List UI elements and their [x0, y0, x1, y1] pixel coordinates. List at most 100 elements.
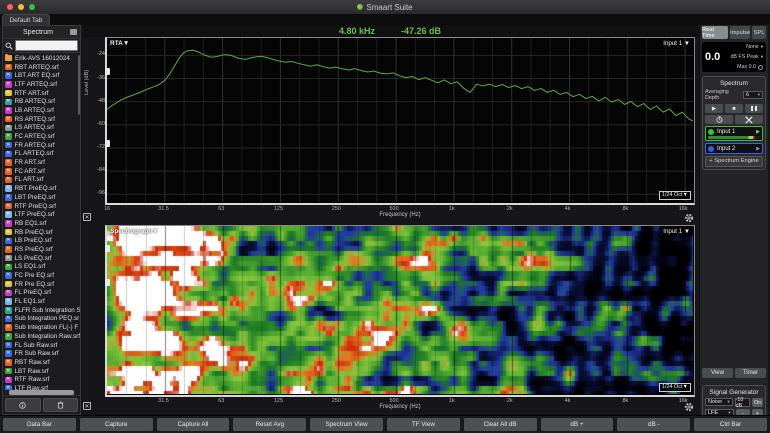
file-list-item[interactable]: ✕RB ARTEQ.srf [5, 97, 80, 106]
meter-unit[interactable]: dB FS Peak [730, 54, 758, 60]
add-spectrum-engine-button[interactable]: + Spectrum Engine [705, 156, 763, 167]
file-list-item[interactable]: ✕Sub Integration FL(-) F [5, 323, 80, 332]
file-list-item[interactable]: ✕LS ARTEQ.srf [5, 124, 80, 133]
file-list-item[interactable]: ✕FR ART.srf [5, 158, 80, 167]
file-list-item[interactable]: ✕RS PreEQ.srf [5, 245, 80, 254]
spectrograph-settings-gear-icon[interactable] [684, 402, 694, 412]
bottom-bar-button-data-bar[interactable]: Data Bar [3, 418, 76, 431]
rta-input-selector[interactable]: Input 1 ▼ [663, 40, 690, 47]
file-list-item[interactable]: ✕RTF ART.srf [5, 89, 80, 98]
file-list-item[interactable]: ✕RTF PreEQ.srf [5, 202, 80, 211]
file-type-icon: ✕ [5, 264, 12, 271]
file-list-item[interactable]: ✕Sub Integration Raw.srf [5, 332, 80, 341]
file-list-item[interactable]: ✕LB PreEQ.srf [5, 236, 80, 245]
bottom-bar-button-capture-all[interactable]: Capture All [157, 418, 230, 431]
generator-level-value[interactable]: -10 dB [735, 398, 751, 407]
rta-clear-cursor-icon[interactable]: ✕ [83, 213, 91, 221]
tab-default[interactable]: Default Tab [2, 14, 50, 25]
bottom-bar-button-db-[interactable]: dB - [617, 418, 690, 431]
file-list-item[interactable]: ✕FLFR Sub Integration S [5, 306, 80, 315]
file-list-item[interactable]: ✕LS PreEQ.srf [5, 254, 80, 263]
bottom-bar-button-db-[interactable]: dB + [541, 418, 614, 431]
meter-source[interactable]: None [746, 44, 759, 50]
spectrograph-plot[interactable]: Spectrograph▼ Input 1 ▼ 1/24 Oct▼ [105, 225, 695, 397]
spectrograph-time-handle-1[interactable] [105, 245, 110, 252]
zoom-window-icon[interactable] [29, 4, 35, 10]
spectrograph-input-selector[interactable]: Input 1 ▼ [663, 228, 690, 235]
file-list-item[interactable]: ✕RS ARTEQ.srf [5, 115, 80, 124]
rta-octave-selector[interactable]: 1/24 Oct▼ [659, 191, 691, 200]
bottom-bar-button-reset-avg[interactable]: Reset Avg [233, 418, 306, 431]
file-list-item[interactable]: ✕RTF Raw.srf [5, 375, 80, 384]
file-list-item[interactable]: ✕LBT ART EQ.srf [5, 71, 80, 80]
file-list-item[interactable]: ✕LBT Raw.srf [5, 367, 80, 376]
file-list-item[interactable]: ✕FR Sub Raw.srf [5, 349, 80, 358]
generator-type-select[interactable]: Noise▾ [705, 398, 733, 406]
file-list-item[interactable]: ✕LTF ARTEQ.srf [5, 80, 80, 89]
mode-button-impulse[interactable]: Impulse [730, 26, 750, 39]
timed-capture-button[interactable] [705, 115, 733, 124]
engine-tools-button[interactable] [735, 115, 763, 124]
minimize-window-icon[interactable] [18, 4, 24, 10]
file-list-item[interactable]: ✕FL ARTEQ.srf [5, 150, 80, 159]
play-button[interactable]: ▶ [705, 104, 723, 113]
info-button[interactable] [5, 398, 41, 412]
file-list-item[interactable]: ✕RB PreEQ.srf [5, 228, 80, 237]
file-list-item[interactable]: ✕LB ARTEQ.srf [5, 106, 80, 115]
meter-reset-button[interactable] [758, 65, 763, 70]
spectrograph-clear-cursor-icon[interactable]: ✕ [83, 402, 91, 410]
input-1-expand-icon[interactable]: ▶ [756, 129, 760, 135]
bottom-bar-button-clear-all-db[interactable]: Clear All dB [464, 418, 537, 431]
generator-on-button[interactable]: On [752, 398, 763, 407]
file-list-item[interactable]: ✕FC ARTEQ.srf [5, 132, 80, 141]
file-list-item[interactable]: ✕RBT PreEQ.srf [5, 184, 80, 193]
file-list-item[interactable]: ✕LTF PreEQ.srf [5, 210, 80, 219]
file-list-item[interactable]: ✕FL ART.srf [5, 176, 80, 185]
spectrograph-time-handle-2[interactable] [105, 279, 110, 286]
file-list-item[interactable]: ✕FR Pre EQ.srf [5, 280, 80, 289]
file-list-item[interactable]: ✕Sub Integration PEQ.sr [5, 315, 80, 324]
spectrograph-min-level-handle[interactable] [105, 140, 110, 147]
input-2-row[interactable]: Input 2 ▶ [705, 143, 763, 154]
bottom-bar-button-tf-view[interactable]: TF View [387, 418, 460, 431]
timer-button[interactable]: Timer [735, 368, 766, 378]
bottom-bar-button-ctrl-bar[interactable]: Ctrl Bar [694, 418, 767, 431]
file-list-item[interactable]: ✕FC Pre EQ.srf [5, 271, 80, 280]
file-list-item[interactable]: ✕FC ART.srf [5, 167, 80, 176]
file-type-icon: ✕ [5, 81, 12, 88]
close-window-icon[interactable] [7, 4, 13, 10]
folder-row[interactable]: Erik-AVS 16012024 [5, 54, 80, 63]
vertical-scrollbar[interactable] [78, 55, 81, 115]
file-list-item[interactable]: ✕RBT Raw.srf [5, 358, 80, 367]
file-list-item[interactable]: ✕RBT ARTEQ.srf [5, 63, 80, 72]
stop-button[interactable]: ■ [725, 104, 743, 113]
spectrograph-octave-selector[interactable]: 1/24 Oct▼ [659, 383, 691, 392]
file-list-item[interactable]: ✕LTF Raw.srf [5, 384, 80, 390]
search-input[interactable] [15, 40, 78, 51]
file-list-item[interactable]: ✕RB EQ1.srf [5, 219, 80, 228]
rta-plot[interactable]: RTA▼ Input 1 ▼ 1/24 Oct▼ [105, 37, 695, 205]
delete-button[interactable] [43, 398, 79, 412]
spectrograph-plot-title[interactable]: Spectrograph▼ [110, 228, 159, 235]
file-list-item[interactable]: ✕LBT PreEQ.srf [5, 193, 80, 202]
mode-button-spl[interactable]: SPL [752, 26, 766, 39]
panel-toggle-icon[interactable] [70, 29, 77, 35]
pause-button[interactable] [745, 104, 763, 113]
file-list-item[interactable]: ✕FL EQ1.srf [5, 297, 80, 306]
spectrograph-max-level-handle[interactable] [105, 68, 110, 75]
bottom-bar-button-capture[interactable]: Capture [80, 418, 153, 431]
averaging-depth-select[interactable]: 6▾ [743, 91, 763, 99]
file-list[interactable]: Erik-AVS 16012024 ✕RBT ARTEQ.srf✕LBT ART… [3, 53, 80, 390]
rta-plot-title[interactable]: RTA▼ [110, 40, 129, 47]
file-type-icon: ✕ [5, 194, 12, 201]
file-list-item[interactable]: ✕FL PreEQ.srf [5, 289, 80, 298]
rta-settings-gear-icon[interactable] [684, 213, 694, 223]
bottom-bar-button-spectrum-view[interactable]: Spectrum View [310, 418, 383, 431]
file-list-item[interactable]: ✕LS EQ1.srf [5, 263, 80, 272]
input-2-expand-icon[interactable]: ▶ [756, 146, 760, 152]
mode-button-real-time[interactable]: Real Time [702, 26, 728, 39]
input-1-row[interactable]: Input 1 ▶ [705, 126, 763, 141]
file-list-item[interactable]: ✕FR ARTEQ.srf [5, 141, 80, 150]
view-button[interactable]: View [702, 368, 733, 378]
file-list-item[interactable]: ✕FL Sub Raw.srf [5, 341, 80, 350]
